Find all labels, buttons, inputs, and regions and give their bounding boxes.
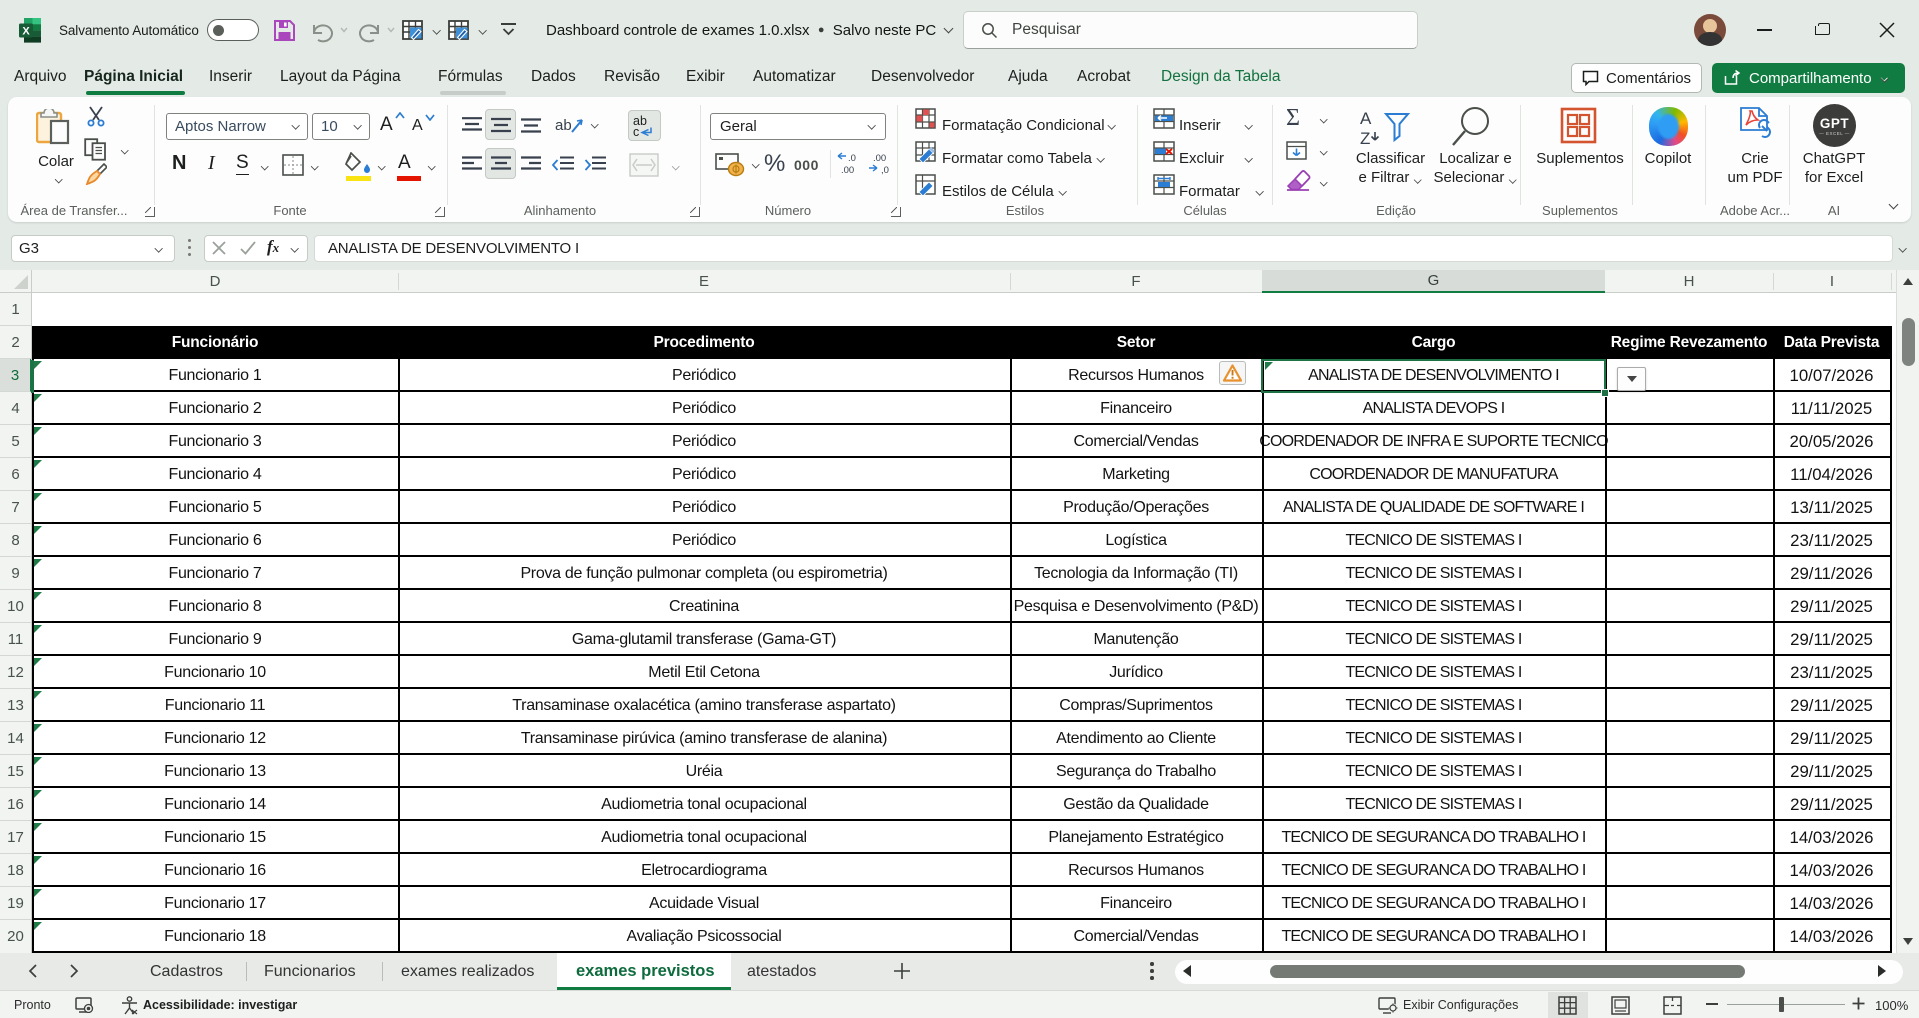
svg-text:X: X (22, 26, 30, 38)
svg-text:.0: .0 (848, 153, 856, 164)
svg-text:A: A (1360, 109, 1372, 128)
svg-text:c: c (633, 125, 639, 138)
svg-text:ab: ab (555, 117, 572, 134)
svg-text:,0: ,0 (881, 165, 889, 176)
svg-text:.00: .00 (841, 165, 854, 176)
svg-text:Z: Z (1360, 129, 1370, 146)
svg-text:.00: .00 (873, 153, 886, 164)
